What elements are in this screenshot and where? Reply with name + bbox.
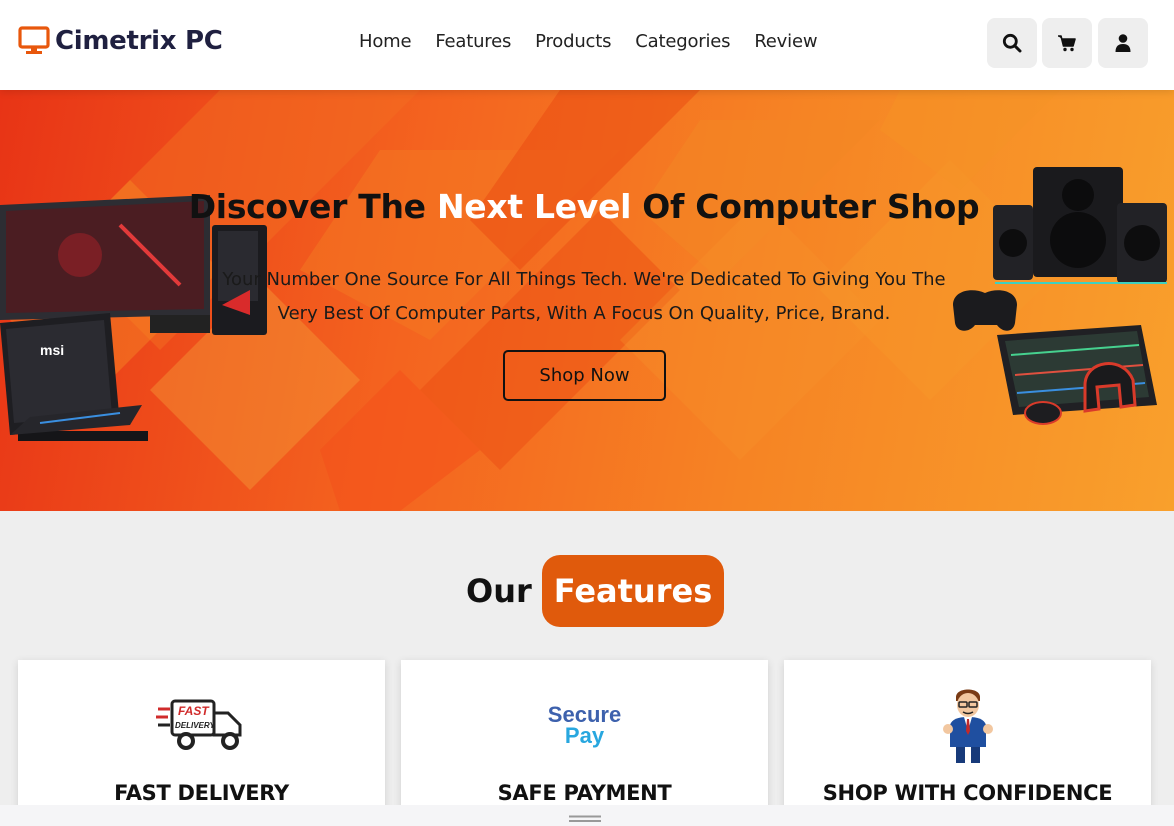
feature-title: SAFE PAYMENT — [497, 781, 672, 805]
features-section: Our Features FAST DELIVERY FAST DELIVERY… — [0, 511, 1174, 826]
nav-home[interactable]: Home — [359, 31, 412, 52]
nav-categories[interactable]: Categories — [635, 31, 730, 52]
fast-delivery-truck-icon: FAST DELIVERY — [155, 699, 241, 750]
logo[interactable]: Cimetrix PC — [18, 26, 223, 56]
nav-products[interactable]: Products — [535, 31, 611, 52]
hero-title-part2: Of Computer Shop — [631, 187, 980, 226]
svg-text:msi: msi — [40, 342, 64, 358]
search-icon — [1002, 33, 1022, 53]
feature-title: SHOP WITH CONFIDENCE — [822, 781, 1113, 805]
feature-card-safe-payment: Secure Pay SAFE PAYMENT — [401, 660, 768, 826]
hero-title: Discover The Next Level Of Computer Shop — [0, 187, 1168, 226]
feature-title: FAST DELIVERY — [114, 781, 289, 805]
businessman-thumbs-up-icon — [942, 689, 993, 763]
hero-description: Your Number One Source For All Things Te… — [222, 269, 946, 324]
secure-pay-icon: Secure Pay — [547, 702, 622, 748]
main-nav: Home Features Products Categories Review — [359, 31, 841, 52]
shop-now-button[interactable]: Shop Now — [503, 350, 666, 401]
features-heading-highlight: Features — [541, 555, 725, 627]
hero-title-part1: Discover The — [188, 187, 437, 226]
user-icon — [1115, 34, 1131, 52]
bottom-drawer-bar — [0, 805, 1174, 826]
brand-name: Cimetrix PC — [55, 26, 223, 56]
account-button[interactable] — [1098, 18, 1148, 68]
feature-card-shop-confidence: SHOP WITH CONFIDENCE — [784, 660, 1151, 826]
nav-features[interactable]: Features — [435, 31, 511, 52]
site-header: Cimetrix PC Home Features Products Categ… — [0, 0, 1174, 90]
search-button[interactable] — [987, 18, 1037, 68]
hero-banner: msi Discover The Next Level Of Computer … — [0, 90, 1174, 511]
features-heading: Our Features — [466, 555, 725, 627]
drag-handle-icon[interactable] — [569, 815, 601, 823]
cart-button[interactable] — [1042, 18, 1092, 68]
cart-icon — [1058, 35, 1076, 52]
nav-review[interactable]: Review — [754, 31, 817, 52]
svg-text:DELIVERY: DELIVERY — [175, 721, 216, 730]
svg-text:FAST: FAST — [178, 704, 210, 718]
feature-card-fast-delivery: FAST DELIVERY FAST DELIVERY — [18, 660, 385, 826]
features-heading-plain: Our — [466, 572, 532, 610]
hero-title-highlight: Next Level — [436, 187, 632, 226]
monitor-icon — [18, 26, 50, 54]
